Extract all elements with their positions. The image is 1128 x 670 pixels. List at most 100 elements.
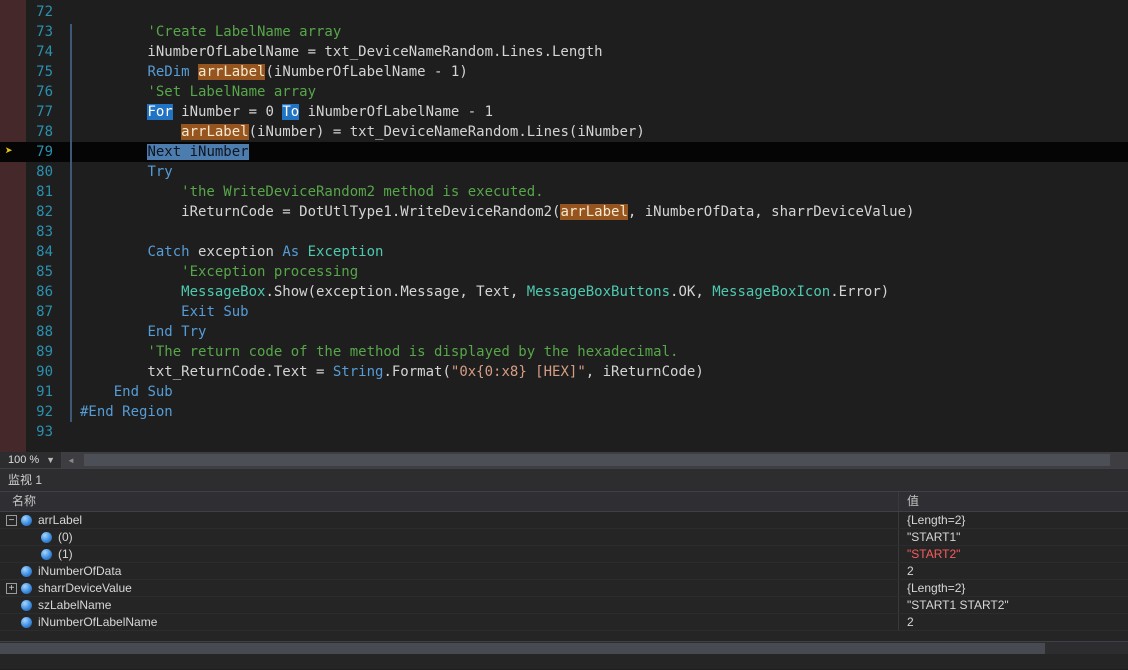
- watch-horizontal-scrollbar[interactable]: [0, 641, 1128, 654]
- code-line[interactable]: 86 MessageBox.Show(exception.Message, Te…: [0, 282, 1128, 302]
- watch-row[interactable]: iNumberOfLabelName2: [0, 614, 1128, 631]
- breakpoint-margin-cell[interactable]: [0, 82, 26, 102]
- variable-icon: [21, 600, 32, 611]
- code-line[interactable]: 92 #End Region: [0, 402, 1128, 422]
- watch-row[interactable]: (0)"START1": [0, 529, 1128, 546]
- breakpoint-margin-cell[interactable]: [0, 362, 26, 382]
- line-number: 80: [26, 162, 60, 182]
- breakpoint-margin-cell[interactable]: [0, 2, 26, 22]
- variable-icon: [21, 617, 32, 628]
- zoom-control[interactable]: 100 % ▼: [0, 452, 62, 468]
- code-token: 'Exception processing: [80, 264, 358, 280]
- code-line[interactable]: 75 ReDim arrLabel(iNumberOfLabelName - 1…: [0, 62, 1128, 82]
- breakpoint-margin-cell[interactable]: [0, 222, 26, 242]
- breakpoint-margin-cell[interactable]: [0, 302, 26, 322]
- scroll-left-icon[interactable]: ◄: [62, 452, 80, 468]
- indent-spacer: [0, 537, 26, 538]
- code-line[interactable]: ➤79 Next iNumber: [0, 142, 1128, 162]
- code-token: [80, 124, 181, 140]
- code-line[interactable]: 72: [0, 2, 1128, 22]
- code-token: Next iNumber: [147, 144, 248, 160]
- variable-value[interactable]: "START1": [898, 529, 1128, 545]
- code-line[interactable]: 89 'The return code of the method is dis…: [0, 342, 1128, 362]
- line-number: 92: [26, 402, 60, 422]
- code-line[interactable]: 90 txt_ReturnCode.Text = String.Format("…: [0, 362, 1128, 382]
- variable-value[interactable]: "START2": [898, 546, 1128, 562]
- code-token: MessageBoxButtons: [527, 284, 670, 300]
- code-text: For iNumber = 0 To iNumberOfLabelName - …: [80, 102, 1128, 122]
- code-text: [80, 422, 1128, 442]
- code-line[interactable]: 87 Exit Sub: [0, 302, 1128, 322]
- collapse-icon[interactable]: −: [6, 515, 17, 526]
- code-text: Catch exception As Exception: [80, 242, 1128, 262]
- breakpoint-margin-cell[interactable]: [0, 422, 26, 442]
- zoom-label: 100 %: [8, 454, 39, 466]
- code-line[interactable]: 77 For iNumber = 0 To iNumberOfLabelName…: [0, 102, 1128, 122]
- variable-value[interactable]: {Length=2}: [898, 580, 1128, 596]
- breakpoint-margin-cell[interactable]: [0, 342, 26, 362]
- code-token: #End Region: [80, 404, 173, 420]
- expand-icon[interactable]: +: [6, 583, 17, 594]
- expander-placeholder: [6, 600, 17, 611]
- code-token: iNumberOfLabelName - 1: [299, 104, 493, 120]
- breakpoint-margin-cell[interactable]: [0, 122, 26, 142]
- breakpoint-margin-cell[interactable]: [0, 242, 26, 262]
- editor-scrollbar-thumb[interactable]: [84, 454, 1110, 466]
- breakpoint-margin-cell[interactable]: [0, 62, 26, 82]
- breakpoint-margin-cell[interactable]: [0, 282, 26, 302]
- code-line[interactable]: 93: [0, 422, 1128, 442]
- breakpoint-margin-cell[interactable]: [0, 262, 26, 282]
- code-text: End Try: [80, 322, 1128, 342]
- code-line[interactable]: 80 Try: [0, 162, 1128, 182]
- breakpoint-margin-cell[interactable]: [0, 102, 26, 122]
- breakpoint-margin-cell[interactable]: [0, 202, 26, 222]
- code-area: 7273 'Create LabelName array74 iNumberOf…: [0, 2, 1128, 442]
- code-token: String: [333, 364, 384, 380]
- watch-scrollbar-thumb[interactable]: [0, 643, 1045, 654]
- code-line[interactable]: 81 'the WriteDeviceRandom2 method is exe…: [0, 182, 1128, 202]
- watch-row[interactable]: szLabelName"START1 START2": [0, 597, 1128, 614]
- watch-panel: 监视 1 名称 值 −arrLabel{Length=2}(0)"START1"…: [0, 468, 1128, 669]
- code-line[interactable]: 83: [0, 222, 1128, 242]
- code-token: , iNumberOfData, sharrDeviceValue): [628, 204, 915, 220]
- code-token: MessageBox: [181, 284, 265, 300]
- variable-value[interactable]: "START1 START2": [898, 597, 1128, 613]
- variable-value[interactable]: 2: [898, 614, 1128, 630]
- code-line[interactable]: 73 'Create LabelName array: [0, 22, 1128, 42]
- breakpoint-margin-cell[interactable]: [0, 322, 26, 342]
- breakpoint-margin-cell[interactable]: ➤: [0, 142, 26, 162]
- editor-horizontal-scrollbar[interactable]: [80, 452, 1128, 468]
- breakpoint-margin-cell[interactable]: [0, 22, 26, 42]
- code-line[interactable]: 82 iReturnCode = DotUtlType1.WriteDevice…: [0, 202, 1128, 222]
- breakpoint-margin-cell[interactable]: [0, 382, 26, 402]
- breakpoint-margin-cell[interactable]: [0, 402, 26, 422]
- line-number: 93: [26, 422, 60, 442]
- code-line[interactable]: 91 End Sub: [0, 382, 1128, 402]
- breakpoint-margin-cell[interactable]: [0, 162, 26, 182]
- watch-row[interactable]: +sharrDeviceValue{Length=2}: [0, 580, 1128, 597]
- code-token: Try: [147, 164, 172, 180]
- line-number: 90: [26, 362, 60, 382]
- line-number: 87: [26, 302, 60, 322]
- breakpoint-margin-cell[interactable]: [0, 42, 26, 62]
- watch-bottom-strip: [0, 654, 1128, 669]
- variable-value[interactable]: 2: [898, 563, 1128, 579]
- watch-rows: −arrLabel{Length=2}(0)"START1"(1)"START2…: [0, 512, 1128, 631]
- code-line[interactable]: 85 'Exception processing: [0, 262, 1128, 282]
- variable-value[interactable]: {Length=2}: [898, 512, 1128, 528]
- watch-row[interactable]: −arrLabel{Length=2}: [0, 512, 1128, 529]
- watch-row[interactable]: (1)"START2": [0, 546, 1128, 563]
- code-token: exception: [190, 244, 283, 260]
- code-line[interactable]: 76 'Set LabelName array: [0, 82, 1128, 102]
- watch-row[interactable]: iNumberOfData2: [0, 563, 1128, 580]
- code-line[interactable]: 74 iNumberOfLabelName = txt_DeviceNameRa…: [0, 42, 1128, 62]
- code-token: .OK,: [670, 284, 712, 300]
- code-line[interactable]: 78 arrLabel(iNumber) = txt_DeviceNameRan…: [0, 122, 1128, 142]
- code-editor[interactable]: 7273 'Create LabelName array74 iNumberOf…: [0, 0, 1128, 452]
- watch-name-cell: iNumberOfLabelName: [0, 614, 898, 630]
- code-token: "0x{0:x8} [HEX]": [451, 364, 586, 380]
- code-line[interactable]: 84 Catch exception As Exception: [0, 242, 1128, 262]
- breakpoint-margin-cell[interactable]: [0, 182, 26, 202]
- code-token: (iNumber) = txt_DeviceNameRandom.Lines(i…: [249, 124, 645, 140]
- code-line[interactable]: 88 End Try: [0, 322, 1128, 342]
